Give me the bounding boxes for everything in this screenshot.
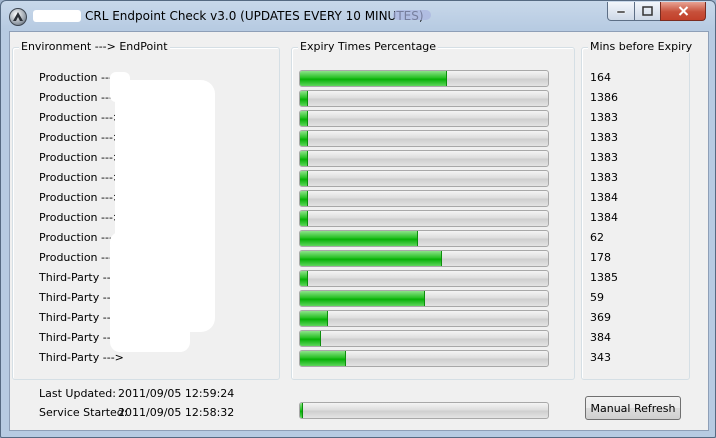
mins-before-expiry-value: 1383 [590,111,618,124]
expiry-progress-bar [299,70,549,87]
expiry-progress-fill [300,351,346,366]
close-button[interactable] [660,2,706,21]
expiry-progress-bar [299,250,549,267]
service-started-label: Service Started: [39,406,128,419]
expiry-progress-bar [299,290,549,307]
main-window: CRL Endpoint Check v3.0 (UPDATES EVERY 1… [0,0,716,438]
mins-before-expiry-value: 1385 [590,271,618,284]
environment-label: Production ---> [39,191,123,204]
endpoint-column-header: Environment ---> EndPoint [19,40,170,53]
expiry-progress-fill [300,191,309,206]
client-area: Environment ---> EndPoint Expiry Times P… [9,31,709,431]
maximize-icon [642,6,653,16]
mins-before-expiry-value: 62 [590,231,604,244]
mins-column-header: Mins before Expiry [588,40,695,53]
mins-before-expiry-value: 164 [590,71,611,84]
refresh-progress-bar [299,402,549,419]
expiry-progress-fill [300,331,321,346]
expiry-progress-fill [300,211,309,226]
last-updated-value: 2011/09/05 12:59:24 [118,387,235,400]
expiry-progress-fill [300,151,309,166]
mins-before-expiry-value: 1383 [590,131,618,144]
expiry-progress-fill [300,91,309,106]
expiry-progress-fill [300,131,309,146]
mins-before-expiry-value: 343 [590,351,611,364]
window-title: CRL Endpoint Check v3.0 (UPDATES EVERY 1… [85,9,424,23]
expiry-progress-bar [299,130,549,147]
mins-before-expiry-value: 59 [590,291,604,304]
redacted-title-suffix [393,10,431,20]
expiry-progress-bar [299,310,549,327]
title-bar[interactable]: CRL Endpoint Check v3.0 (UPDATES EVERY 1… [1,1,715,31]
close-icon [678,6,688,16]
expiry-progress-fill [300,231,418,246]
expiry-progress-fill [300,291,425,306]
expiry-progress-bar [299,170,549,187]
expiry-progress-bar [299,210,549,227]
environment-label: Production ---> [39,131,123,144]
expiry-progress-fill [300,71,448,86]
manual-refresh-button[interactable]: Manual Refresh [585,396,681,420]
expiry-progress-bar [299,90,549,107]
expiry-progress-bar [299,150,549,167]
environment-label: Production ---> [39,211,123,224]
mins-before-expiry-value: 369 [590,311,611,324]
expiry-progress-bar [299,350,549,367]
expiry-progress-bar [299,190,549,207]
expiry-progress-fill [300,251,443,266]
mins-before-expiry-value: 1384 [590,211,618,224]
environment-label: Production ---> [39,151,123,164]
minimize-button[interactable] [607,2,635,21]
expiry-progress-fill [300,311,329,326]
expiry-progress-fill [300,171,309,186]
maximize-button[interactable] [634,2,661,21]
mins-before-expiry-value: 1386 [590,91,618,104]
service-started-value: 2011/09/05 12:58:32 [118,406,235,419]
mins-before-expiry-value: 178 [590,251,611,264]
environment-label: Third-Party ---> [39,351,124,364]
redacted-title-prefix [33,10,81,22]
environment-label: Production ---> [39,111,123,124]
environment-label: Production ---> [39,171,123,184]
last-updated-label: Last Updated: [39,387,116,400]
mins-before-expiry-value: 384 [590,331,611,344]
expiry-progress-fill [300,271,309,286]
mins-before-expiry-value: 1383 [590,171,618,184]
expiry-progress-bar [299,230,549,247]
expiry-progress-fill [300,111,309,126]
redacted-endpoint-block [110,232,190,352]
mins-before-expiry-value: 1383 [590,151,618,164]
mins-before-expiry-value: 1384 [590,191,618,204]
expiry-progress-bar [299,110,549,127]
minimize-icon [616,10,626,14]
expiry-progress-bar [299,270,549,287]
app-icon[interactable] [9,8,27,26]
refresh-progress-fill [300,403,304,418]
expiry-progress-bar [299,330,549,347]
expiry-column-header: Expiry Times Percentage [298,40,439,53]
